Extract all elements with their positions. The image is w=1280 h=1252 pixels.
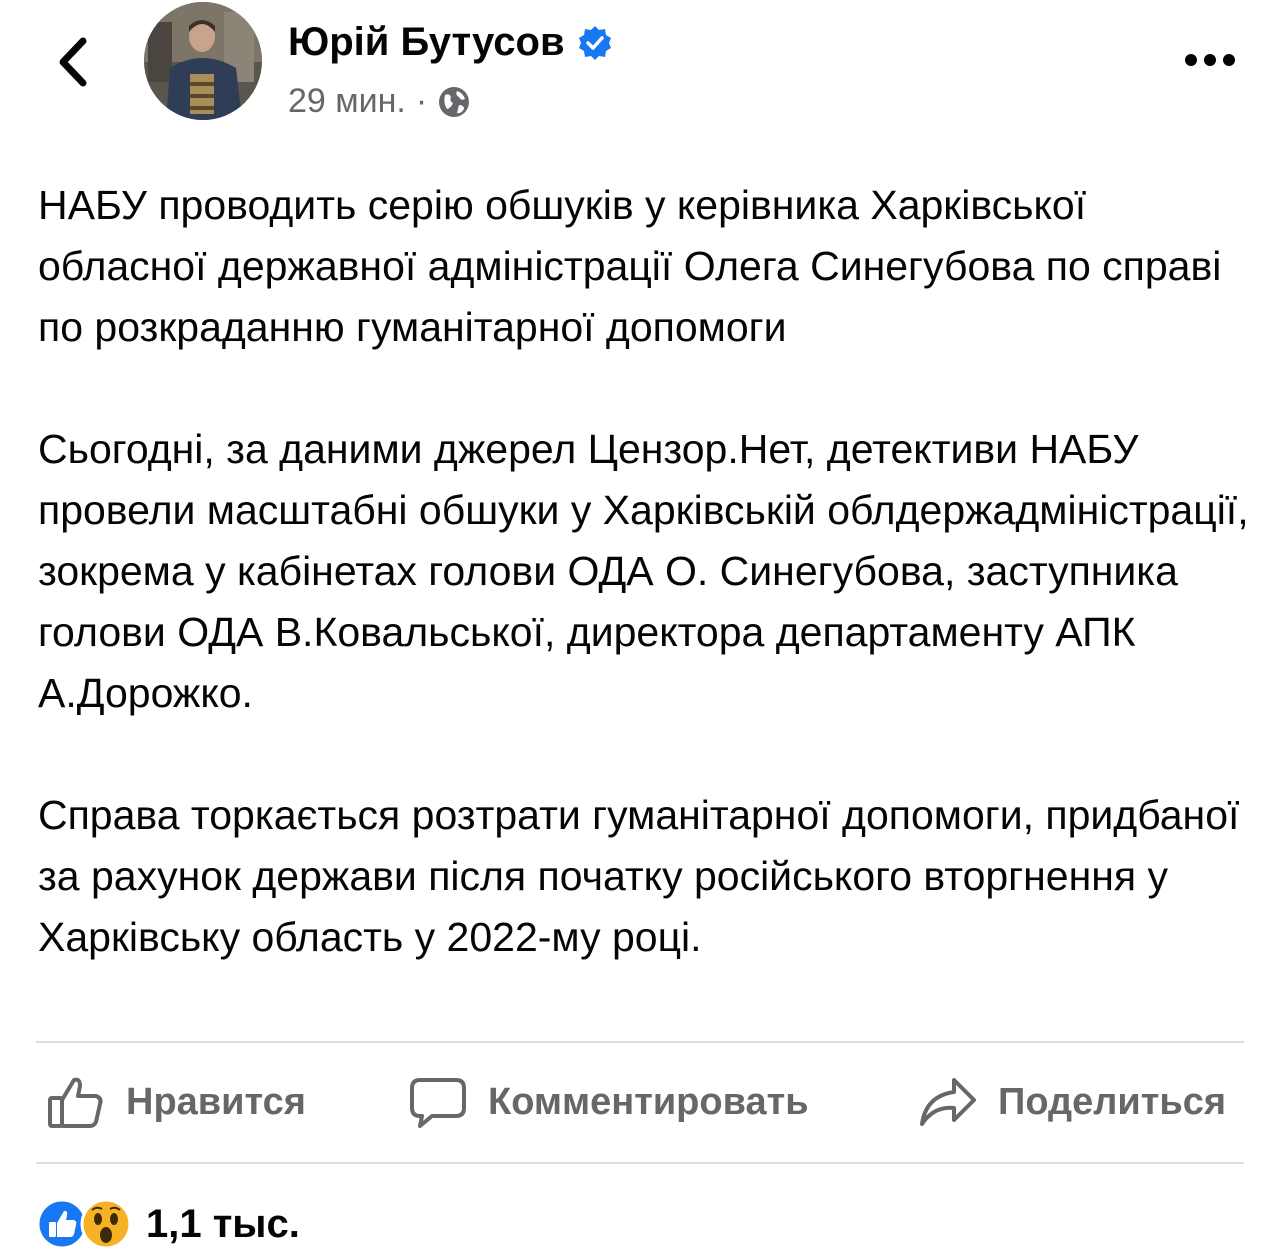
share-label: Поделиться <box>998 1080 1227 1123</box>
verified-badge-icon <box>578 25 611 60</box>
share-arrow-icon <box>920 1078 976 1126</box>
post-paragraph: НАБУ проводить серію обшуків у керівника… <box>38 182 1222 350</box>
chevron-left-icon <box>59 37 87 87</box>
comment-button[interactable]: Комментировать <box>408 1044 809 1160</box>
wow-reaction-icon <box>80 1198 132 1250</box>
like-label: Нравится <box>126 1080 306 1123</box>
meta-separator: · <box>415 82 428 120</box>
divider <box>36 1041 1244 1043</box>
post-body: НАБУ проводить серію обшуків у керівника… <box>38 175 1253 1029</box>
reaction-count: 1,1 тыс. <box>146 1201 300 1246</box>
divider <box>36 1162 1244 1164</box>
comment-bubble-icon <box>410 1078 466 1128</box>
timestamp[interactable]: 29 мин. <box>288 82 406 121</box>
reactions-summary[interactable]: 1,1 тыс. <box>36 1196 300 1252</box>
action-bar: Нравится Комментировать Поделиться <box>36 1044 1244 1160</box>
post-paragraph: Сьогодні, за даними джерел Цензор.Нет, д… <box>38 426 1249 716</box>
avatar[interactable] <box>144 2 262 120</box>
back-button[interactable] <box>48 36 96 88</box>
post-meta: 29 мин. · <box>288 82 471 121</box>
globe-icon <box>439 86 470 117</box>
comment-label: Комментировать <box>488 1080 809 1123</box>
avatar-photo <box>144 2 262 120</box>
author-name[interactable]: Юрій Бутусов <box>288 20 565 65</box>
more-options-button[interactable] <box>1180 42 1240 78</box>
like-button[interactable]: Нравится <box>46 1044 306 1160</box>
thumbs-up-icon <box>48 1077 103 1128</box>
post-paragraph: Справа торкається розтрати гуманітарної … <box>38 792 1240 960</box>
share-button[interactable]: Поделиться <box>918 1044 1226 1160</box>
more-dots-icon <box>1185 54 1235 66</box>
author-row: Юрій Бутусов <box>288 20 613 65</box>
